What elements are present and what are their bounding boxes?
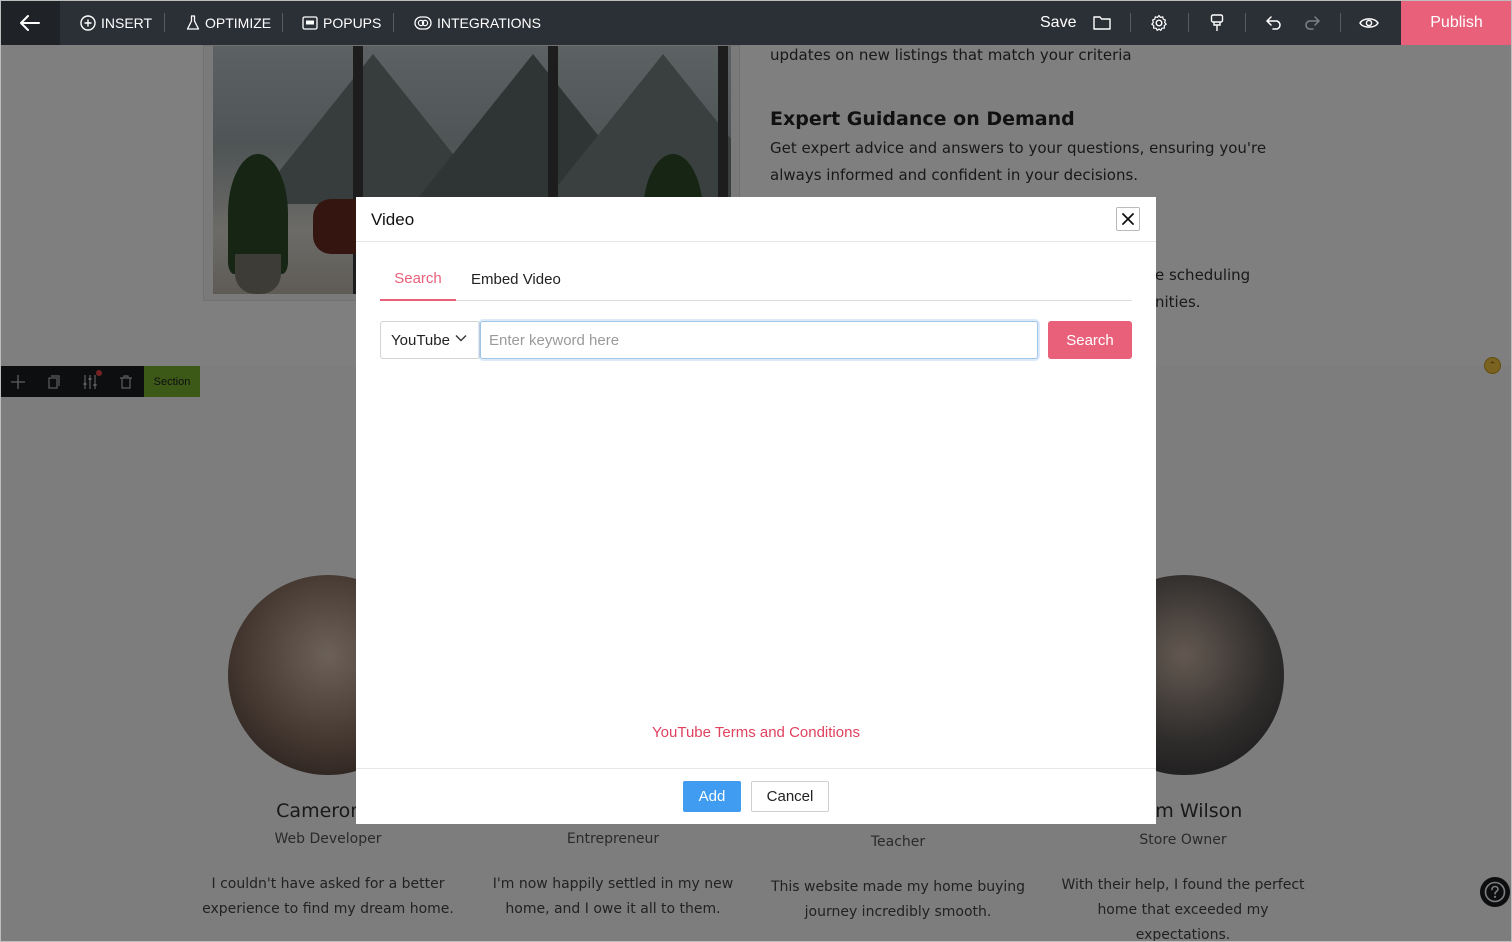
cancel-button[interactable]: Cancel — [751, 781, 829, 812]
toolbar-divider — [1340, 13, 1341, 32]
popups-menu-button[interactable]: POPUPS — [302, 0, 381, 45]
flask-icon — [186, 14, 200, 30]
video-source-select[interactable]: YouTube — [380, 321, 480, 359]
undo-icon — [1266, 15, 1281, 30]
undo-button[interactable] — [1260, 0, 1290, 45]
tab-search[interactable]: Search — [380, 257, 456, 301]
save-button[interactable]: Save — [1040, 0, 1076, 45]
video-source-tabs: Search Embed Video — [380, 257, 1132, 301]
video-source-value: YouTube — [391, 331, 450, 349]
folder-button[interactable] — [1087, 0, 1117, 45]
plus-circle-icon — [80, 14, 96, 31]
toolbar-divider — [1188, 13, 1189, 32]
search-button[interactable]: Search — [1048, 321, 1132, 359]
toolbar-divider — [393, 13, 394, 32]
folder-icon — [1093, 16, 1111, 30]
style-button[interactable] — [1202, 0, 1232, 45]
modal-footer: Add Cancel — [356, 768, 1156, 824]
toolbar-divider — [164, 13, 165, 32]
tab-embed-video[interactable]: Embed Video — [456, 257, 576, 301]
toolbar-divider — [1130, 13, 1131, 32]
back-arrow-icon — [20, 14, 40, 31]
eye-icon — [1359, 17, 1379, 28]
paint-brush-icon — [1210, 13, 1224, 31]
toolbar-divider — [282, 13, 283, 32]
youtube-terms-link[interactable]: YouTube Terms and Conditions — [356, 724, 1156, 741]
optimize-menu-button[interactable]: OPTIMIZE — [186, 0, 271, 45]
popup-window-icon — [302, 15, 318, 30]
back-button[interactable] — [0, 0, 60, 45]
close-icon — [1122, 213, 1134, 225]
keyword-search-input[interactable] — [480, 321, 1038, 359]
toolbar-divider — [1245, 13, 1246, 32]
settings-button[interactable] — [1144, 0, 1174, 45]
insert-menu-button[interactable]: INSERT — [80, 0, 152, 45]
close-button[interactable] — [1116, 207, 1140, 231]
redo-icon — [1305, 15, 1320, 30]
publish-button[interactable]: Publish — [1401, 0, 1512, 45]
integrations-menu-button[interactable]: INTEGRATIONS — [414, 0, 541, 45]
modal-title: Video — [371, 210, 415, 229]
editor-toolbar: INSERT OPTIMIZE POPUPS INTEGRATIONS Save… — [0, 0, 1512, 45]
preview-button[interactable] — [1354, 0, 1384, 45]
modal-header: Video — [356, 197, 1156, 242]
optimize-label: OPTIMIZE — [205, 14, 272, 31]
integrations-icon — [414, 15, 432, 30]
chevron-down-icon — [455, 335, 467, 342]
integrations-label: INTEGRATIONS — [437, 14, 541, 31]
video-modal: Video Search Embed Video YouTube Search … — [356, 197, 1156, 824]
popups-label: POPUPS — [323, 14, 382, 31]
redo-button[interactable] — [1296, 0, 1326, 45]
insert-label: INSERT — [101, 14, 153, 31]
gear-icon — [1151, 14, 1167, 31]
add-button[interactable]: Add — [683, 781, 741, 812]
